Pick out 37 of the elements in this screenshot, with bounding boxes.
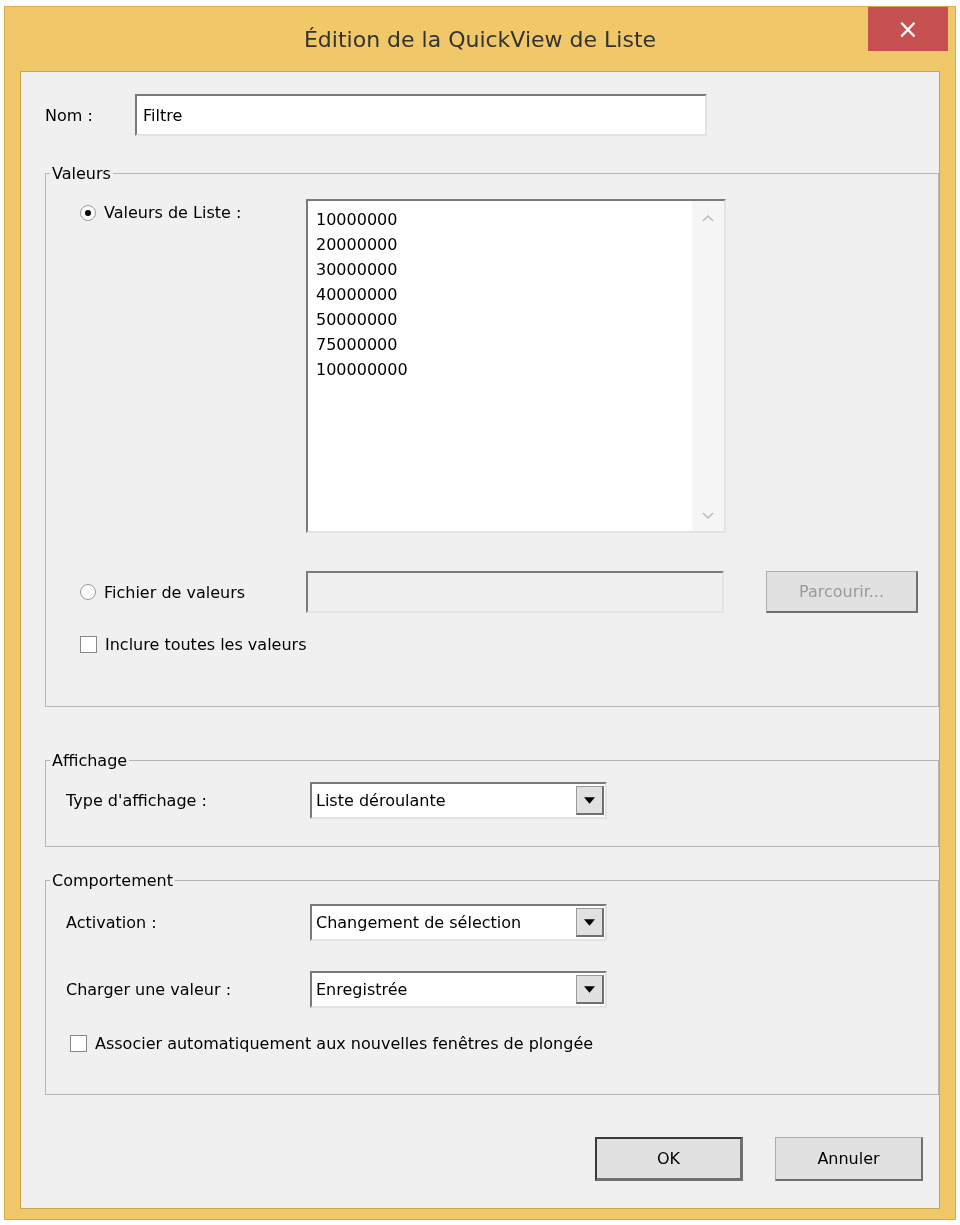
group-title: Valeurs [51, 164, 112, 183]
radio-label: Fichier de valeurs [104, 582, 246, 602]
group-title: Comportement [51, 871, 175, 890]
scrollbar[interactable] [692, 201, 724, 531]
field-label: Charger une valeur : [66, 980, 233, 999]
list-item[interactable]: 40000000 [316, 282, 684, 307]
list-item[interactable]: 75000000 [316, 332, 684, 357]
ok-button[interactable]: OK [595, 1137, 743, 1181]
checkbox[interactable] [80, 636, 97, 653]
list-item[interactable]: 20000000 [316, 232, 684, 257]
cancel-button[interactable]: Annuler [775, 1137, 923, 1181]
list-item[interactable]: 10000000 [316, 207, 684, 232]
name-label: Nom : [45, 105, 94, 125]
scroll-down-icon [702, 512, 714, 519]
window-title: Édition de la QuickView de Liste [303, 26, 657, 52]
radio-button[interactable] [80, 584, 96, 600]
field-label: Activation : [66, 913, 158, 932]
dropdown[interactable]: Liste déroulante [310, 782, 607, 819]
scroll-up-icon [702, 215, 714, 222]
dropdown[interactable]: Enregistrée [310, 971, 607, 1008]
list-item[interactable]: 100000000 [316, 357, 684, 382]
checkbox[interactable] [70, 1035, 87, 1052]
caret-icon [584, 796, 595, 804]
name-field[interactable]: Filtre [135, 94, 707, 136]
list-item[interactable]: 30000000 [316, 257, 684, 282]
field-label: Type d'affichage : [66, 791, 208, 810]
close-button[interactable]: × [868, 7, 948, 51]
radio-label: Valeurs de Liste : [104, 203, 242, 222]
list-item[interactable]: 50000000 [316, 307, 684, 332]
dropdown[interactable]: Changement de sélection [310, 904, 607, 941]
checkbox-label: Inclure toutes les valeurs [105, 635, 307, 654]
checkbox-label: Associer automatiquement aux nouvelles fenêtres de plongée [95, 1034, 594, 1053]
group-title: Affichage [51, 751, 129, 770]
values-list[interactable]: 10000000 20000000 30000000 40000000 50000000 75000000 100000000 [306, 199, 726, 533]
radio-button[interactable] [80, 204, 96, 221]
caret-icon [584, 985, 595, 993]
caret-icon [584, 918, 595, 926]
